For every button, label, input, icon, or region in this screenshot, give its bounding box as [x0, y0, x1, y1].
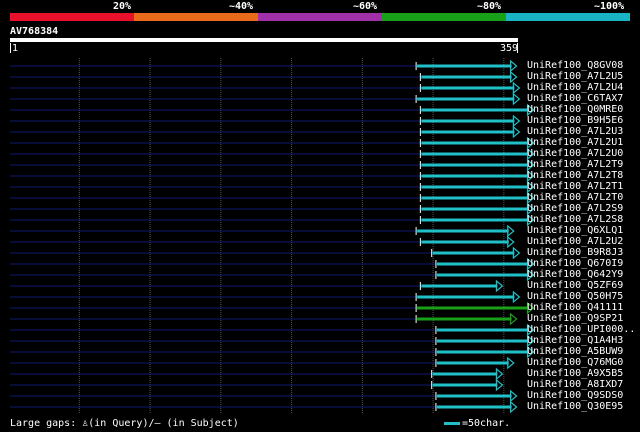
hit-bar[interactable] [417, 97, 515, 101]
hit-label[interactable]: UniRef100_A7L2U2 [527, 236, 623, 247]
hit-label[interactable]: UniRef100_Q9SDS0 [527, 390, 623, 401]
hit-bar[interactable] [421, 130, 515, 134]
hit-label[interactable]: UniRef100_A7L2S9 [527, 203, 623, 214]
hit-label[interactable]: UniRef100_A7L2T0 [527, 192, 623, 203]
hit-label[interactable]: UniRef100_B9R8J3 [527, 247, 623, 258]
hit-label[interactable]: UniRef100_Q76MG0 [527, 357, 623, 368]
hit-bar[interactable] [421, 119, 515, 123]
hit-label[interactable]: UniRef100_A7L2T1 [527, 181, 623, 192]
hit-bar[interactable] [421, 207, 529, 211]
hit-label[interactable]: UniRef100_A5BUW9 [527, 346, 623, 357]
hit-bar[interactable] [417, 295, 515, 299]
hit-bar[interactable] [421, 75, 512, 79]
hit-label[interactable]: UniRef100_Q0MRE0 [527, 104, 623, 115]
hit-bar[interactable] [421, 240, 509, 244]
hit-label[interactable]: UniRef100_A7L2U5 [527, 71, 623, 82]
hit-label[interactable]: UniRef100_A7L2U0 [527, 148, 623, 159]
hit-label[interactable]: UniRef100_Q30E95 [527, 401, 623, 412]
hit-label[interactable]: UniRef100_Q50H75 [527, 291, 623, 302]
hit-bar[interactable] [421, 141, 529, 145]
hit-label[interactable]: UniRef100_A7L2S8 [527, 214, 623, 225]
hit-bar[interactable] [436, 339, 529, 343]
hit-label[interactable]: UniRef100_Q8GV08 [527, 60, 623, 71]
hit-bar[interactable] [421, 108, 529, 112]
hit-label[interactable]: UniRef100_A7L2T8 [527, 170, 623, 181]
hit-bar[interactable] [432, 372, 498, 376]
hit-bar[interactable] [417, 306, 529, 310]
hit-label[interactable]: UniRef100_A7L2T9 [527, 159, 623, 170]
hit-bar[interactable] [436, 273, 529, 277]
hit-bar[interactable] [436, 405, 512, 409]
hit-bar[interactable] [436, 361, 509, 365]
hit-label[interactable]: UniRef100_C6TAX7 [527, 93, 623, 104]
hit-bar[interactable] [436, 328, 529, 332]
hit-label[interactable]: UniRef100_A7L2U3 [527, 126, 623, 137]
hit-label[interactable]: UniRef100_A9X5B5 [527, 368, 623, 379]
hit-label[interactable]: UniRef100_Q41111 [527, 302, 623, 313]
hit-label[interactable]: UniRef100_Q5ZF69 [527, 280, 623, 291]
hit-label[interactable]: UniRef100_A7L2U1 [527, 137, 623, 148]
hit-bar[interactable] [432, 251, 515, 255]
hit-label[interactable]: UniRef100_A8IXD7 [527, 379, 623, 390]
hit-bar[interactable] [421, 284, 498, 288]
hit-label[interactable]: UniRef100_Q6XLQ1 [527, 225, 623, 236]
hit-label[interactable]: UniRef100_A7L2U4 [527, 82, 623, 93]
hit-label[interactable]: UniRef100_B9H5E6 [527, 115, 623, 126]
scale-legend: =50char. [444, 418, 510, 429]
hit-bar[interactable] [417, 317, 512, 321]
hit-bar[interactable] [417, 64, 512, 68]
hit-bar[interactable] [421, 152, 529, 156]
hit-label[interactable]: UniRef100_Q1A4H3 [527, 335, 623, 346]
hit-bar[interactable] [436, 350, 529, 354]
hit-bar[interactable] [421, 218, 529, 222]
scale-text: =50char. [462, 418, 511, 429]
hit-bar[interactable] [421, 86, 515, 90]
hit-bar[interactable] [421, 163, 529, 167]
hit-bar[interactable] [432, 383, 498, 387]
large-gaps-legend: Large gaps: ♙(in Query)/– (in Subject) [10, 418, 239, 429]
hit-bar[interactable] [421, 185, 529, 189]
hit-bar[interactable] [417, 229, 509, 233]
hit-label[interactable]: UniRef100_Q642Y9 [527, 269, 623, 280]
hit-bar[interactable] [421, 196, 529, 200]
scale-line-icon [444, 421, 460, 425]
hit-bar[interactable] [436, 262, 529, 266]
hit-bar[interactable] [436, 394, 512, 398]
hit-label[interactable]: UniRef100_Q9SP21 [527, 313, 623, 324]
hit-label[interactable]: UniRef100_Q670I9 [527, 258, 623, 269]
hit-bar[interactable] [421, 174, 529, 178]
hit-label[interactable]: UniRef100_UPI000.. [527, 324, 635, 335]
